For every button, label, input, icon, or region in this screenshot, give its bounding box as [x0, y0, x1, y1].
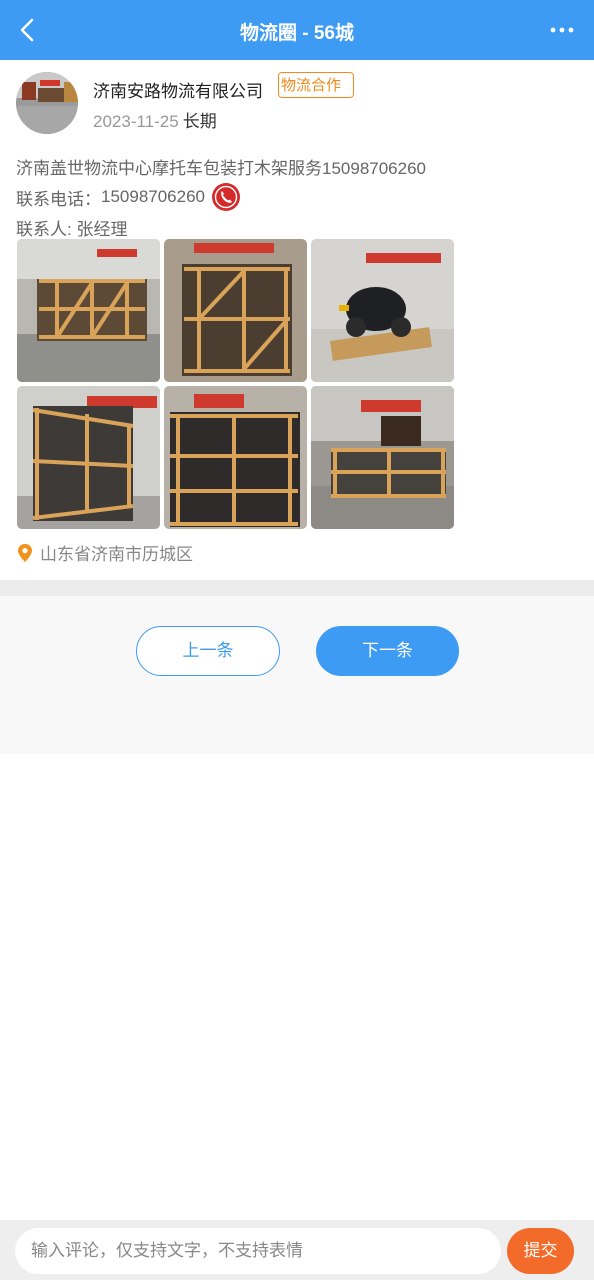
- avatar[interactable]: [16, 72, 78, 134]
- location-text: 山东省济南市历城区: [40, 545, 193, 564]
- photo-thumbnail[interactable]: [17, 386, 160, 529]
- location-pin-icon: [16, 543, 34, 563]
- previous-post-button[interactable]: 上一条: [136, 626, 280, 676]
- post-date: 2023-11-25: [93, 112, 179, 131]
- photo-thumbnail[interactable]: [311, 386, 454, 529]
- company-name[interactable]: 济南安路物流有限公司: [93, 77, 263, 102]
- photo-grid: [17, 239, 457, 529]
- phone-call-icon[interactable]: [211, 182, 241, 212]
- phone-number[interactable]: 15098706260: [101, 187, 205, 207]
- section-divider: [0, 580, 594, 596]
- photo-thumbnail[interactable]: [164, 239, 307, 382]
- post-date-line: 2023-11-25 长期: [93, 107, 217, 132]
- location-row: 山东省济南市历城区: [16, 540, 193, 565]
- post-navigation: 上一条 下一条: [0, 596, 594, 754]
- contact-name: 张经理: [76, 220, 128, 239]
- photo-thumbnail[interactable]: [311, 239, 454, 382]
- page-title: 物流圈 - 56城: [239, 23, 355, 44]
- more-dots-icon[interactable]: [544, 12, 580, 48]
- category-badge: 物流合作: [278, 72, 355, 98]
- comment-input[interactable]: [15, 1228, 501, 1274]
- contact-label: 联系人:: [16, 220, 77, 239]
- contact-row: 联系人: 张经理: [16, 215, 127, 240]
- comment-bar: 提交: [0, 1220, 594, 1280]
- post-description: 济南盖世物流中心摩托车包装打木架服务15098706260: [16, 159, 426, 178]
- photo-thumbnail[interactable]: [164, 386, 307, 529]
- top-navigation-bar: 物流圈 - 56城: [0, 0, 594, 60]
- phone-row: 联系电话： 15098706260: [16, 182, 241, 212]
- post-card: 济南安路物流有限公司 物流合作 2023-11-25 长期 济南盖世物流中心摩托车…: [0, 60, 594, 580]
- phone-label: 联系电话：: [16, 189, 101, 209]
- post-term: 长期: [182, 112, 217, 131]
- submit-comment-button[interactable]: 提交: [507, 1228, 574, 1274]
- next-post-button[interactable]: 下一条: [316, 626, 459, 676]
- photo-thumbnail[interactable]: [17, 239, 160, 382]
